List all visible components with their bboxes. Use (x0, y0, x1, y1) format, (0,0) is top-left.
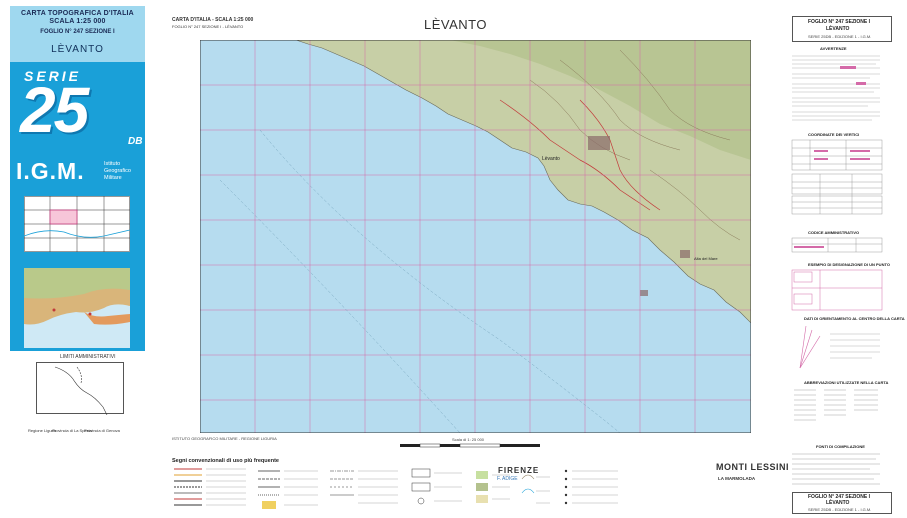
legend-block-roads (172, 463, 248, 515)
map-header-sub: FOGLIO N° 247 SEZIONE I - LÈVANTO (172, 24, 244, 29)
coordinates-table (780, 138, 892, 216)
legend-block-toponyms (626, 463, 692, 515)
map-header-small: CARTA D'ITALIA - SCALA 1:25 000 (172, 17, 254, 23)
map-legend: Segni convenzionali di uso più frequente (172, 458, 772, 516)
sheet-name-top: LÈVANTO (826, 26, 850, 32)
legend-block-symbols (408, 463, 464, 515)
cover-series-number: 25 (20, 74, 89, 146)
map-footer-credit: ISTITUTO GEOGRAFICO MILITARE - REGIONE L… (172, 436, 277, 441)
cover-sheet-number: FOGLIO N° 247 SEZIONE I (40, 29, 115, 35)
igm-name-line3: Militare (104, 175, 122, 181)
legend-sample-city: FIRENZE (498, 466, 540, 475)
cover-title-line2: SCALA 1:25 000 (49, 18, 106, 25)
sheet-index-grid (23, 196, 131, 252)
sheet-name-bottom: LÈVANTO (826, 500, 850, 506)
town-built-area (588, 136, 610, 150)
legend-block-boundaries (328, 463, 400, 515)
section-title-coordinates: COORDINATE DEI VERTICI (808, 132, 860, 137)
cover-series-suffix: DB (128, 136, 143, 147)
village-built-area (640, 290, 648, 296)
village-built-area (680, 250, 690, 258)
orientation-diagram (780, 322, 892, 372)
location-inset-map (24, 268, 130, 348)
point-example-diagram (780, 268, 892, 312)
section-title-warnings: AVVERTENZE (820, 46, 847, 51)
section-title-abbreviations: ABBREVIAZIONI UTILIZZATE NELLA CARTA (804, 380, 889, 385)
topographic-map[interactable]: Lèvanto Alta del Mare (200, 40, 751, 433)
cover-header: CARTA TOPOGRAFICA D'ITALIA SCALA 1:25 00… (10, 6, 145, 62)
place-label: Alta del Mare (694, 256, 718, 261)
map-cover-panel: CARTA TOPOGRAFICA D'ITALIA SCALA 1:25 00… (10, 6, 145, 351)
legend-sample-peak: LA MARMOLADA (718, 476, 756, 481)
warnings-text-block (780, 52, 892, 128)
section-title-sources: FONTI DI COMPILAZIONE (816, 444, 865, 449)
igm-name-line2: Geografico (104, 168, 131, 174)
section-title-point-example: ESEMPIO DI DESIGNAZIONE DI UN PUNTO (808, 262, 890, 267)
sheet-serie-top: SERIE 25DB - EDIZIONE 1 - I.G.M. (808, 34, 872, 39)
sheet-serie-bottom: SERIE 25DB - EDIZIONE 1 - I.G.M. (808, 507, 872, 512)
legend-block-railways (256, 463, 320, 515)
legend-sample-mountain: MONTI LESSINI (716, 462, 790, 472)
town-label-levanto: Lèvanto (542, 156, 560, 162)
abbreviations-list (780, 386, 892, 436)
section-title-admin-code: CODICE AMMINISTRATIVO (808, 230, 860, 235)
cover-title-line1: CARTA TOPOGRAFICA D'ITALIA (21, 10, 134, 17)
legend-block-points (560, 463, 620, 515)
section-title-orientation: DATI DI ORIENTAMENTO AL CENTRO DELLA CAR… (804, 316, 905, 321)
map-title: LÈVANTO (424, 17, 487, 32)
sources-text-block (780, 450, 892, 490)
scale-bar (400, 443, 540, 448)
igm-logo: I.G.M. (16, 158, 85, 184)
admin-limits-title: LIMITI AMMINISTRATIVI (60, 354, 116, 360)
admin-limits-diagram (36, 362, 124, 416)
admin-code-table (780, 236, 892, 254)
admin-label-province-genova: Provincia di Genova (84, 428, 120, 433)
cover-sheet-name: LÈVANTO (51, 44, 104, 55)
igm-name-line1: Istituto (104, 161, 121, 167)
legend-sample-river: F. ADIGE (497, 476, 518, 482)
sheet-foglio-top: FOGLIO N° 247 SEZIONE I (808, 19, 871, 25)
